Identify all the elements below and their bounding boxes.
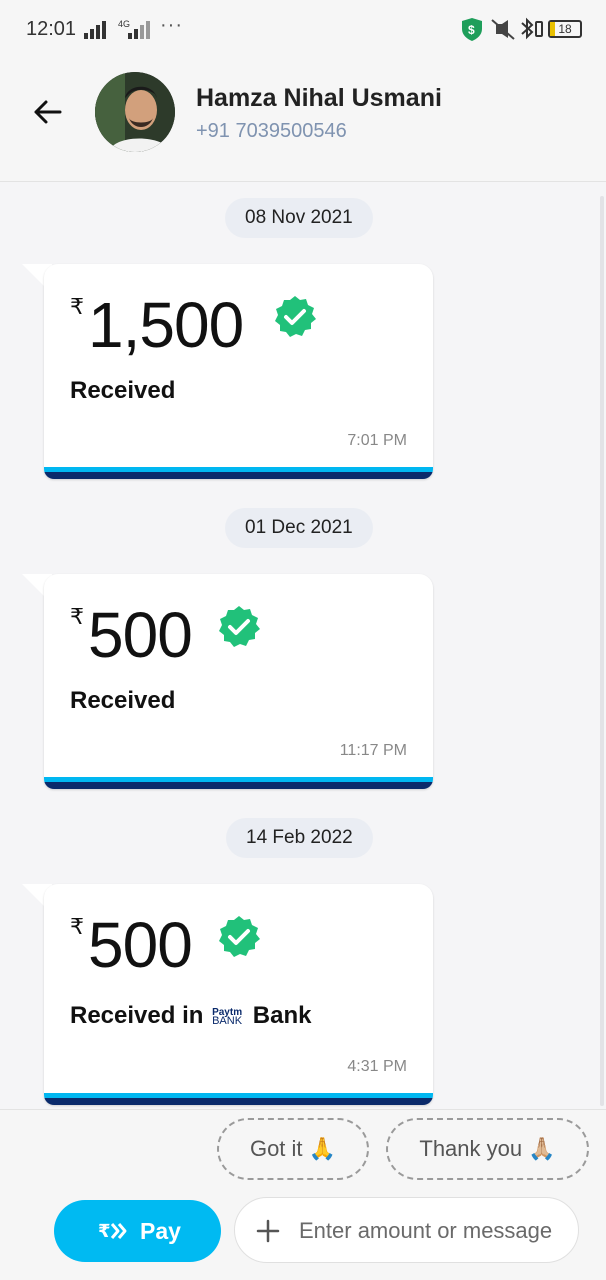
card-stripe-dark xyxy=(44,472,433,479)
transaction-status: Received xyxy=(70,377,176,404)
date-chip: 08 Nov 2021 xyxy=(225,198,373,238)
pay-button[interactable]: ₹ Pay xyxy=(54,1200,221,1262)
currency-symbol: ₹ xyxy=(70,914,84,939)
transaction-card[interactable]: ₹ 1,500 Received 7:01 PM xyxy=(44,264,433,479)
transaction-time: 11:17 PM xyxy=(339,742,407,759)
currency-symbol: ₹ xyxy=(70,294,84,319)
date-chip: 14 Feb 2022 xyxy=(226,818,373,858)
date-chip: 01 Dec 2021 xyxy=(225,508,373,548)
avatar[interactable] xyxy=(95,72,175,152)
svg-text:$: $ xyxy=(468,23,475,37)
transaction-status: Received in Paytm BANK Bank xyxy=(70,1002,311,1030)
scrollbar[interactable] xyxy=(600,196,604,1106)
composer-area: Got it 🙏 Thank you 🙏🏼 ₹ Pay Enter amount… xyxy=(0,1109,606,1280)
bluetooth-icon xyxy=(521,17,534,40)
verified-check-icon xyxy=(219,606,260,647)
rupee-send-icon: ₹ xyxy=(98,1221,127,1242)
quick-reply-got-it[interactable]: Got it 🙏 xyxy=(217,1118,369,1180)
card-stripe-dark xyxy=(44,782,433,789)
paytm-bank-logo: Paytm BANK xyxy=(212,1006,243,1027)
plus-icon[interactable] xyxy=(255,1218,281,1244)
message-input[interactable]: Enter amount or message xyxy=(234,1197,579,1263)
status-suffix: Bank xyxy=(252,1002,312,1029)
chat-history[interactable]: 08 Nov 2021 ₹ 1,500 Received 7:01 PM 01 … xyxy=(0,182,606,1109)
pay-label: Pay xyxy=(140,1218,181,1244)
status-prefix: Received in xyxy=(70,1002,204,1029)
svg-text:4G: 4G xyxy=(118,19,130,29)
card-stripe-dark xyxy=(44,1098,433,1105)
verified-check-icon xyxy=(219,916,260,957)
transaction-amount: 1,500 xyxy=(88,289,244,361)
transaction-amount: 500 xyxy=(88,599,193,671)
contact-phone: +91 7039500546 xyxy=(196,120,347,142)
battery-icon: 18 xyxy=(548,20,582,38)
chat-header: Hamza Nihal Usmani +91 7039500546 xyxy=(0,58,606,182)
svg-text:₹: ₹ xyxy=(98,1221,111,1242)
transaction-card[interactable]: ₹ 500 Received in Paytm BANK Bank 4:31 P… xyxy=(44,884,433,1105)
vibrate-icon xyxy=(535,21,543,37)
message-placeholder: Enter amount or message xyxy=(299,1218,553,1243)
transaction-time: 7:01 PM xyxy=(347,432,407,449)
transaction-amount: 500 xyxy=(88,909,193,981)
transaction-status: Received xyxy=(70,687,176,714)
back-arrow-icon[interactable] xyxy=(30,94,66,130)
status-bar: 12:01 4G ··· $ 18 xyxy=(0,0,606,58)
transaction-time: 4:31 PM xyxy=(347,1058,407,1075)
currency-symbol: ₹ xyxy=(70,604,84,629)
more-notifications-icon: ··· xyxy=(160,14,183,36)
signal-icon: 4G xyxy=(84,19,150,39)
contact-name[interactable]: Hamza Nihal Usmani xyxy=(196,84,442,113)
quick-reply-thank-you[interactable]: Thank you 🙏🏼 xyxy=(386,1118,589,1180)
transaction-card[interactable]: ₹ 500 Received 11:17 PM xyxy=(44,574,433,789)
verified-check-icon xyxy=(275,296,316,337)
status-time: 12:01 xyxy=(26,18,77,40)
